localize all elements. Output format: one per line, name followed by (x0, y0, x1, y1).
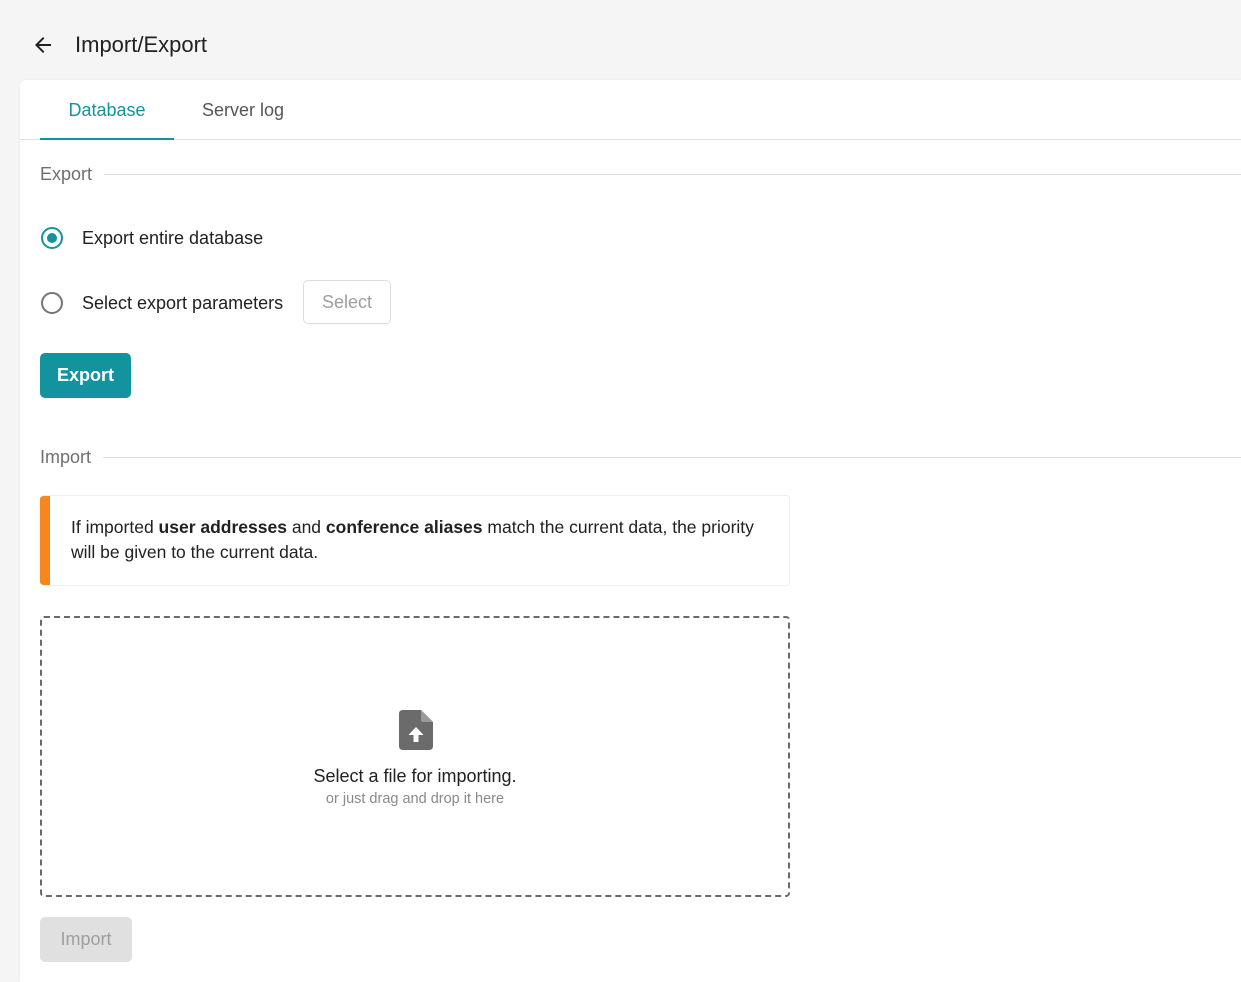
import-button[interactable]: Import (40, 917, 132, 962)
dropzone-title: Select a file for importing. (313, 766, 517, 786)
main-card: Database Server log Export Export entire… (20, 80, 1241, 982)
warning-accent-bar (40, 496, 50, 585)
radio-label: Export entire database (82, 227, 264, 248)
radio-label: Select export parameters (82, 292, 284, 313)
arrow-left-icon (35, 37, 51, 53)
export-section-header: Export (40, 162, 1241, 186)
radio-button-unchecked[interactable] (41, 292, 63, 314)
radio-export-entire-database[interactable]: Export entire database (40, 223, 263, 253)
import-section-title: Import (40, 446, 92, 467)
top-bar: Import/Export (0, 0, 1241, 80)
notice-text: If imported user addresses and conferenc… (71, 515, 776, 565)
export-section-title: Export (40, 163, 93, 184)
import-section-header: Import (40, 445, 1241, 469)
file-upload-icon (399, 710, 433, 750)
radio-select-export-parameters[interactable]: Select export parameters (40, 288, 283, 318)
file-dropzone[interactable]: Select a file for importing. or just dra… (40, 616, 790, 897)
export-button[interactable]: Export (40, 353, 131, 398)
section-divider (104, 173, 1241, 175)
tab-bar: Database Server log (20, 80, 1241, 140)
notice-text-part: If imported (71, 517, 159, 537)
import-notice: If imported user addresses and conferenc… (40, 495, 790, 586)
back-button[interactable] (28, 30, 58, 60)
notice-bold-conference-aliases: conference aliases (325, 517, 483, 537)
notice-text-part: and (286, 517, 326, 537)
dropzone-subtitle: or just drag and drop it here (325, 791, 505, 807)
tab-server-log[interactable]: Server log (184, 80, 302, 139)
radio-button-checked[interactable] (41, 227, 63, 249)
page-title: Import/Export (75, 32, 208, 57)
select-parameters-button[interactable]: Select (303, 280, 391, 324)
notice-bold-user-addresses: user addresses (158, 517, 287, 537)
tab-database[interactable]: Database (40, 80, 174, 140)
section-divider (103, 456, 1241, 458)
